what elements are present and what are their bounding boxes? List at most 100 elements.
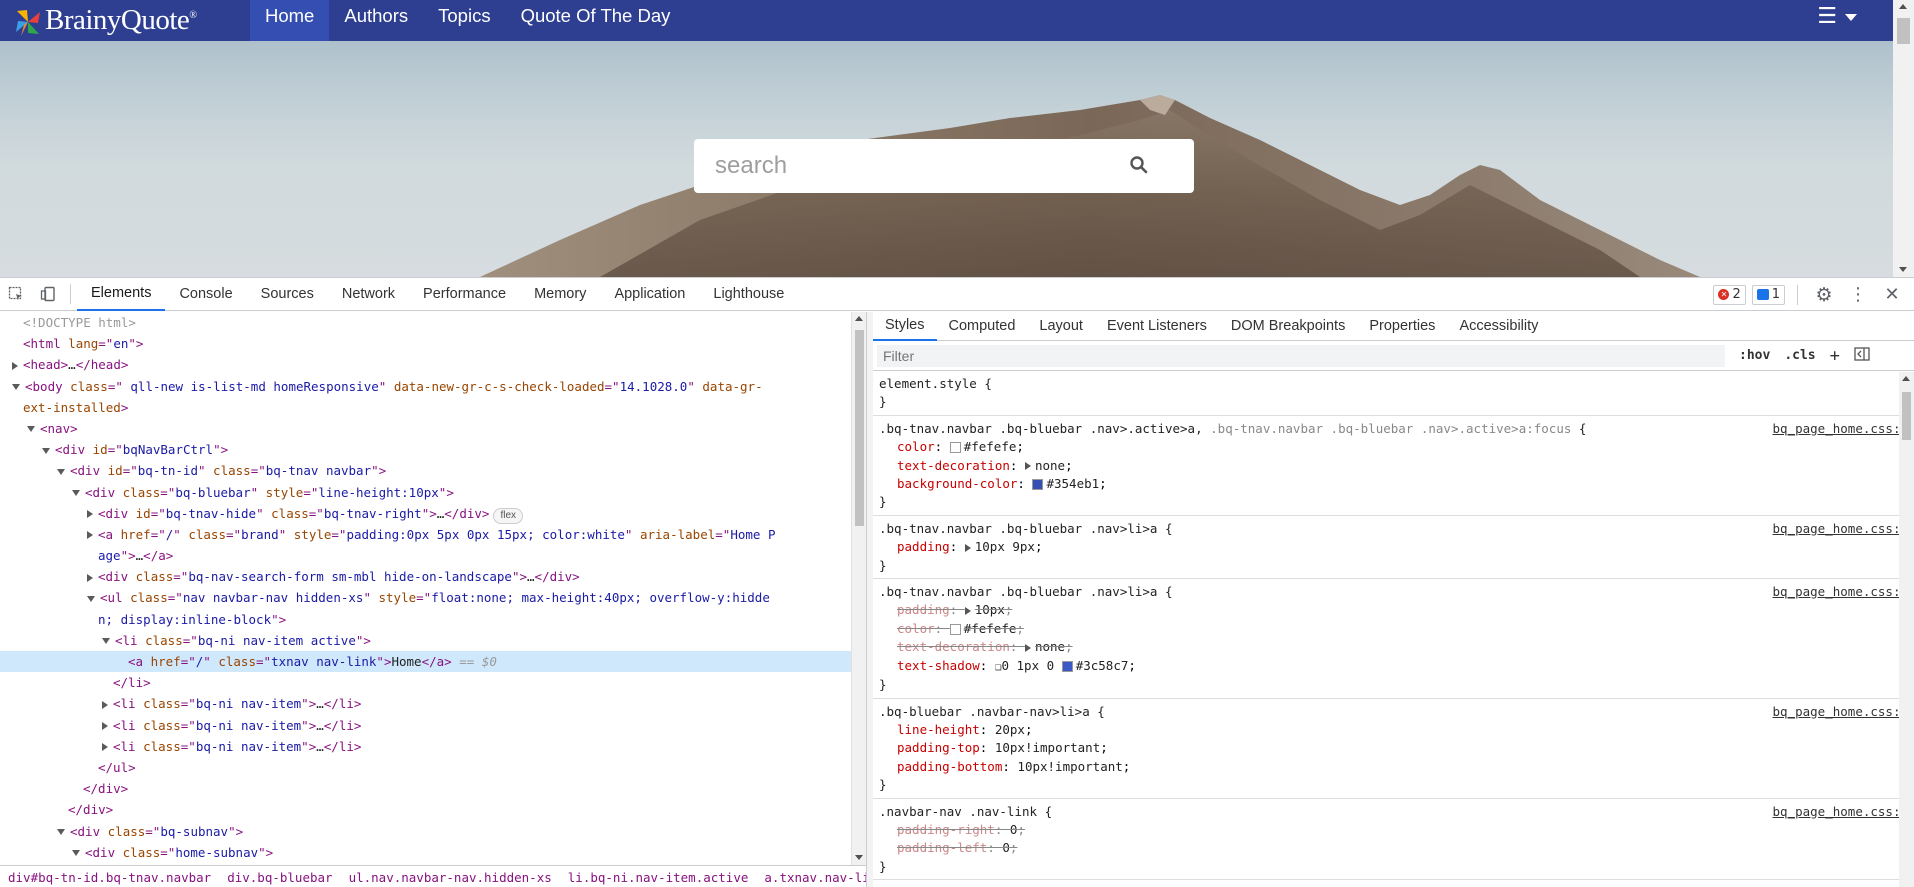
expand-shorthand-icon[interactable]: [1024, 643, 1031, 652]
dom-node-line[interactable]: <li class="bq-ni nav-item active">: [0, 630, 851, 651]
tab-console[interactable]: Console: [165, 278, 246, 311]
collapse-arrow-icon[interactable]: [27, 426, 35, 433]
tab-memory[interactable]: Memory: [520, 278, 600, 311]
expand-shorthand-icon[interactable]: [964, 543, 971, 552]
css-declaration[interactable]: color: #fefefe;: [879, 438, 1910, 456]
breadcrumb-item[interactable]: div.bq-bluebar: [219, 870, 340, 885]
toggle-sidebar-icon[interactable]: [1854, 346, 1870, 365]
more-options-icon[interactable]: ⋮: [1844, 278, 1872, 311]
inspect-element-icon[interactable]: [0, 278, 32, 311]
dom-node-line[interactable]: </div>: [0, 799, 851, 820]
collapse-arrow-icon[interactable]: [72, 490, 80, 496]
rule-selector[interactable]: .bq-tnav.navbar .bq-bluebar .nav>li>a {: [879, 583, 1910, 601]
breadcrumb-item[interactable]: li.bq-ni.nav-item.active: [560, 870, 757, 885]
rule-source-link[interactable]: bq_page_home.css:4: [1773, 583, 1908, 601]
dom-node-line[interactable]: ext-installed>: [0, 397, 851, 418]
css-declaration[interactable]: line-height: 20px;: [879, 721, 1910, 739]
dom-node-line[interactable]: <li class="bq-ni nav-item">…</li>: [0, 693, 851, 714]
scroll-up-icon[interactable]: [1902, 376, 1910, 381]
hover-state-button[interactable]: :hov: [1739, 348, 1770, 363]
nav-home[interactable]: Home: [250, 0, 330, 41]
dom-node-line[interactable]: age">…</a>: [0, 545, 851, 566]
dom-node-line[interactable]: <div class="bq-bluebar" style="line-heig…: [0, 482, 851, 503]
css-declaration[interactable]: padding-right: 0;: [879, 821, 1910, 839]
styles-tab-properties[interactable]: Properties: [1357, 312, 1447, 341]
nav-quote-of-the-day[interactable]: Quote Of The Day: [506, 0, 686, 41]
collapse-arrow-icon[interactable]: [102, 638, 110, 645]
dom-node-line[interactable]: <li class="bq-ni nav-item">…</li>: [0, 736, 851, 757]
expand-arrow-icon[interactable]: [12, 361, 18, 370]
breadcrumb-item[interactable]: a.txnav.nav-link: [756, 870, 866, 885]
css-declaration[interactable]: padding-bottom: 10px!important;: [879, 758, 1910, 776]
css-declaration[interactable]: text-decoration: none;: [879, 457, 1910, 475]
css-declaration[interactable]: color: #fefefe;: [879, 620, 1910, 638]
rule-selector[interactable]: .bq-tnav.navbar .bq-bluebar .nav>li>a {: [879, 520, 1910, 538]
scroll-down-icon[interactable]: [1899, 267, 1907, 272]
elements-dom-tree[interactable]: <!DOCTYPE html> <html lang="en"> <head>…</…: [0, 312, 851, 865]
dom-node-line[interactable]: n; display:inline-block">: [0, 609, 851, 630]
collapse-arrow-icon[interactable]: [42, 447, 50, 454]
expand-arrow-icon[interactable]: [87, 510, 93, 519]
search-icon[interactable]: [1129, 155, 1151, 177]
styles-tab-accessibility[interactable]: Accessibility: [1447, 312, 1550, 341]
styles-tab-event-listeners[interactable]: Event Listeners: [1095, 312, 1219, 341]
color-swatch[interactable]: [1032, 479, 1044, 491]
expand-shorthand-icon[interactable]: [1024, 462, 1031, 471]
dom-node-line[interactable]: <head>…</head>: [0, 354, 851, 375]
styles-tab-layout[interactable]: Layout: [1027, 312, 1095, 341]
styles-scrollbar-thumb[interactable]: [1902, 392, 1911, 440]
breadcrumb-item[interactable]: div#bq-tn-id.bq-tnav.navbar: [0, 870, 219, 885]
dom-node-line[interactable]: <ul class="nav navbar-nav hidden-xs" sty…: [0, 587, 851, 608]
dom-node-line[interactable]: <a href="/" class="brand" style="padding…: [0, 524, 851, 545]
styles-tab-styles[interactable]: Styles: [873, 312, 937, 341]
color-swatch[interactable]: [1061, 660, 1073, 672]
new-style-rule-button[interactable]: +: [1830, 346, 1840, 366]
scroll-up-icon[interactable]: [855, 316, 863, 321]
dom-node-line[interactable]: <body class=" qll-new is-list-md homeRes…: [0, 376, 851, 397]
class-toggle-button[interactable]: .cls: [1784, 348, 1815, 363]
expand-arrow-icon[interactable]: [102, 722, 108, 731]
panel-splitter[interactable]: [866, 312, 873, 887]
styles-tab-computed[interactable]: Computed: [937, 312, 1028, 341]
tab-network[interactable]: Network: [328, 278, 409, 311]
styles-filter-input[interactable]: [877, 344, 1725, 367]
message-count-badge[interactable]: 1: [1751, 284, 1785, 305]
collapse-arrow-icon[interactable]: [72, 850, 80, 857]
dom-node-line[interactable]: <div class="bq-nav-search-form sm-mbl hi…: [0, 566, 851, 587]
error-count-badge[interactable]: ✕ 2: [1713, 284, 1746, 305]
device-toolbar-icon[interactable]: [32, 278, 64, 311]
rule-selector[interactable]: .bq-bluebar .navbar-nav>li>a {: [879, 703, 1910, 721]
menu-button[interactable]: ☰: [1817, 4, 1857, 29]
dom-node-line[interactable]: <div id="bqNavBarCtrl">: [0, 439, 851, 460]
expand-arrow-icon[interactable]: [102, 743, 108, 752]
nav-topics[interactable]: Topics: [423, 0, 505, 41]
page-scrollbar[interactable]: [1893, 0, 1914, 277]
scroll-down-icon[interactable]: [855, 855, 863, 860]
scroll-up-icon[interactable]: [1899, 4, 1907, 9]
dom-node-line[interactable]: <div id="bq-tnav-hide" class="bq-tnav-ri…: [0, 503, 851, 524]
rule-source-link[interactable]: bq_page_home.css:4: [1773, 803, 1908, 821]
dom-node-line[interactable]: <nav>: [0, 418, 851, 439]
rule-source-link[interactable]: bq_page_home.css:4: [1773, 420, 1908, 438]
dom-node-line[interactable]: <div class="home-subnav">: [0, 842, 851, 863]
css-declaration[interactable]: padding-top: 10px!important;: [879, 739, 1910, 757]
nav-authors[interactable]: Authors: [329, 0, 423, 41]
collapse-arrow-icon[interactable]: [57, 829, 65, 835]
page-scrollbar-thumb[interactable]: [1897, 18, 1910, 44]
dom-node-line[interactable]: <li class="bq-ni nav-item">…</li>: [0, 715, 851, 736]
tab-performance[interactable]: Performance: [409, 278, 520, 311]
expand-shorthand-icon[interactable]: [964, 606, 971, 615]
dom-node-line[interactable]: <a href="/" class="txnav nav-link">Home<…: [0, 651, 851, 673]
dom-node-line[interactable]: <div class="bq-subnav">: [0, 821, 851, 842]
rule-selector[interactable]: .navbar-nav .nav-link {: [879, 803, 1910, 821]
elements-scrollbar-thumb[interactable]: [855, 330, 864, 526]
brand-logo[interactable]: BrainyQuote®: [0, 0, 250, 41]
tab-elements[interactable]: Elements: [77, 278, 166, 311]
dom-node-line[interactable]: </li>: [0, 672, 851, 693]
collapse-arrow-icon[interactable]: [57, 468, 65, 475]
color-swatch[interactable]: [949, 623, 961, 635]
color-swatch[interactable]: [949, 442, 961, 454]
expand-arrow-icon[interactable]: [87, 573, 93, 582]
css-declaration[interactable]: text-decoration: none;: [879, 638, 1910, 656]
shadow-editor-icon[interactable]: ❏: [995, 660, 1002, 673]
